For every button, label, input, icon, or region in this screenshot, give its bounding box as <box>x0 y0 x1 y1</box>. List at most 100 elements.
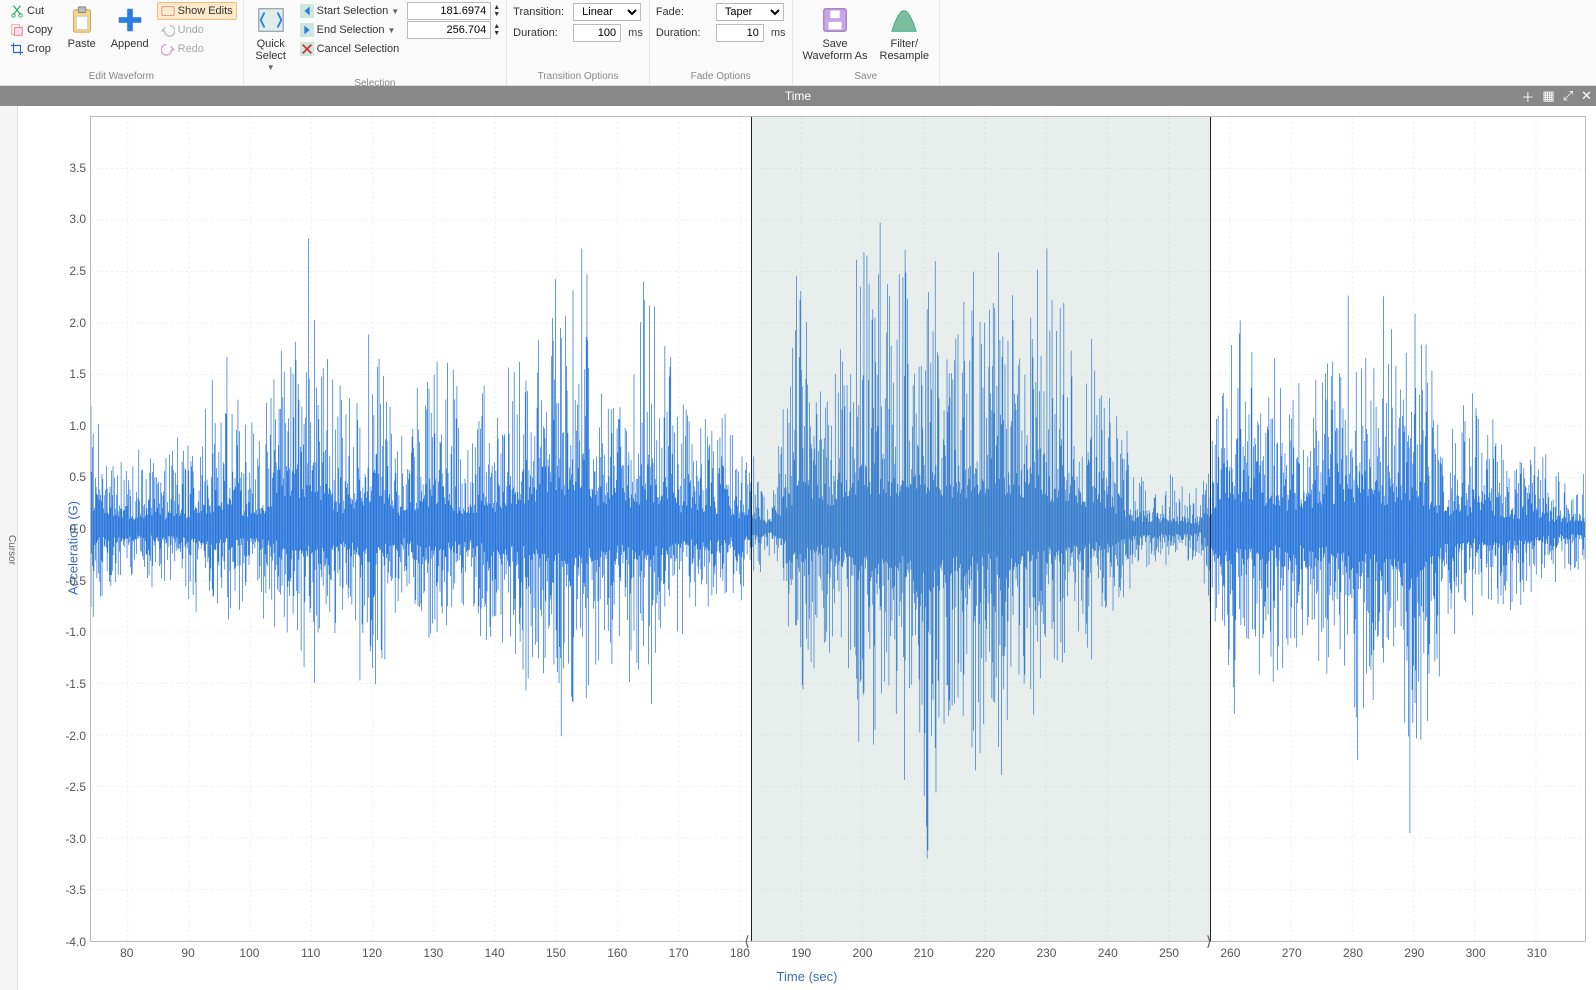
quick-select-icon <box>256 5 286 35</box>
crop-icon <box>10 42 24 56</box>
chart-area[interactable]: Acceleration (G) Time (sec) -4.0-3.5-3.0… <box>18 106 1596 990</box>
x-tick-label: 190 <box>791 946 811 960</box>
cut-button[interactable]: Cut <box>6 2 57 20</box>
fade-mode-select[interactable]: Taper <box>716 3 784 21</box>
x-tick-label: 150 <box>546 946 566 960</box>
x-tick-label: 300 <box>1466 946 1486 960</box>
x-tick-label: 160 <box>607 946 627 960</box>
cancel-icon <box>300 42 314 56</box>
redo-button[interactable]: Redo <box>157 40 237 58</box>
save-waveform-label: Save Waveform As <box>803 38 868 62</box>
spinner-up-icon[interactable]: ▲ <box>493 4 500 11</box>
plus-icon <box>115 5 145 35</box>
spinner-down-icon[interactable]: ▼ <box>493 11 500 18</box>
x-tick-label: 130 <box>423 946 443 960</box>
x-tick-label: 100 <box>239 946 259 960</box>
copy-icon <box>10 23 24 37</box>
quick-select-label: Quick Select <box>255 38 286 62</box>
x-tick-label: 120 <box>362 946 382 960</box>
copy-button[interactable]: Copy <box>6 21 57 39</box>
cancel-selection-label: Cancel Selection <box>317 43 400 55</box>
spinner-down-icon[interactable]: ▼ <box>493 30 500 37</box>
fade-duration-unit: ms <box>771 27 786 39</box>
panel-title: Time <box>785 89 811 103</box>
paste-button[interactable]: Paste <box>61 2 103 52</box>
edits-icon <box>161 4 175 18</box>
add-panel-icon[interactable]: ＋ <box>1521 87 1534 106</box>
x-tick-label: 170 <box>669 946 689 960</box>
save-waveform-button[interactable]: Save Waveform As <box>799 2 872 64</box>
save-icon <box>820 5 850 35</box>
x-tick-label: 210 <box>914 946 934 960</box>
x-tick-label: 280 <box>1343 946 1363 960</box>
y-tick-label: -2.0 <box>46 729 86 743</box>
x-tick-label: 290 <box>1404 946 1424 960</box>
selection-end-handle-icon[interactable]: ⟩ <box>1206 935 1218 947</box>
start-marker-icon <box>300 4 314 18</box>
fade-label: Fade: <box>656 6 712 18</box>
transition-mode-select[interactable]: Linear <box>573 3 641 21</box>
cancel-selection-button[interactable]: Cancel Selection <box>296 40 404 58</box>
ribbon-group-save: Save Waveform As Filter/ Resample Save <box>793 0 941 85</box>
clipboard-icon <box>67 5 97 35</box>
x-tick-label: 80 <box>120 946 133 960</box>
filter-resample-button[interactable]: Filter/ Resample <box>876 2 934 64</box>
y-tick-label: 0.0 <box>46 522 86 536</box>
fade-duration-input[interactable] <box>716 24 764 42</box>
selection-start-handle-icon[interactable]: ⟨ <box>744 935 756 947</box>
crop-button[interactable]: Crop <box>6 40 57 58</box>
x-tick-label: 250 <box>1159 946 1179 960</box>
y-tick-label: -3.5 <box>46 883 86 897</box>
y-tick-label: 3.5 <box>46 161 86 175</box>
start-selection-input[interactable] <box>407 2 491 20</box>
x-tick-label: 90 <box>181 946 194 960</box>
quick-select-button[interactable]: Quick Select ▼ <box>250 2 292 75</box>
y-tick-label: -0.5 <box>46 574 86 588</box>
transition-duration-input[interactable] <box>573 24 621 42</box>
group-label-fade: Fade Options <box>656 68 786 85</box>
x-tick-label: 140 <box>485 946 505 960</box>
show-edits-toggle[interactable]: Show Edits <box>157 2 237 20</box>
x-tick-label: 240 <box>1098 946 1118 960</box>
filter-resample-label: Filter/ Resample <box>880 38 930 62</box>
cut-label: Cut <box>27 5 44 17</box>
undo-icon <box>161 23 175 37</box>
y-tick-label: 1.5 <box>46 367 86 381</box>
end-marker-icon <box>300 23 314 37</box>
selection-overlay[interactable]: ⟨ ⟩ <box>751 117 1211 941</box>
x-tick-label: 260 <box>1220 946 1240 960</box>
close-icon[interactable]: ✕ <box>1581 88 1592 104</box>
y-tick-label: -4.0 <box>46 935 86 949</box>
x-axis-title: Time (sec) <box>777 969 838 984</box>
end-selection-label: End Selection <box>317 24 385 36</box>
panel-titlebar: Time ＋ ▦ ⤢ ✕ <box>0 86 1596 106</box>
copy-label: Copy <box>27 24 53 36</box>
fade-duration-label: Duration: <box>656 27 712 39</box>
show-edits-label: Show Edits <box>178 5 233 17</box>
grid-layout-icon[interactable]: ▦ <box>1542 88 1554 104</box>
start-selection-label: Start Selection <box>317 5 389 17</box>
end-selection-input[interactable] <box>407 21 491 39</box>
ribbon-group-edit: Cut Copy Crop Paste Append <box>0 0 244 85</box>
append-button[interactable]: Append <box>107 2 153 52</box>
end-selection-button[interactable]: End Selection ▼ <box>296 21 404 39</box>
group-label-save: Save <box>799 68 934 85</box>
transition-duration-label: Duration: <box>513 27 569 39</box>
ribbon-group-transition: Transition: Linear Duration: ms Transiti… <box>507 0 650 85</box>
workspace: Cursor Acceleration (G) Time (sec) -4.0-… <box>0 106 1596 990</box>
y-tick-label: 2.5 <box>46 264 86 278</box>
x-tick-label: 200 <box>853 946 873 960</box>
y-tick-label: -3.0 <box>46 832 86 846</box>
undo-button[interactable]: Undo <box>157 21 237 39</box>
maximize-icon[interactable]: ⤢ <box>1563 88 1573 104</box>
plot-region[interactable]: ⟨ ⟩ <box>90 116 1586 942</box>
cursor-sidebar-tab[interactable]: Cursor <box>0 106 18 990</box>
group-label-edit: Edit Waveform <box>6 68 237 85</box>
y-tick-label: 0.5 <box>46 470 86 484</box>
y-tick-label: -1.5 <box>46 677 86 691</box>
group-label-transition: Transition Options <box>513 68 643 85</box>
spinner-up-icon[interactable]: ▲ <box>493 23 500 30</box>
ribbon-group-fade: Fade: Taper Duration: ms Fade Options <box>650 0 793 85</box>
start-selection-button[interactable]: Start Selection ▼ <box>296 2 404 20</box>
scissors-icon <box>10 4 24 18</box>
